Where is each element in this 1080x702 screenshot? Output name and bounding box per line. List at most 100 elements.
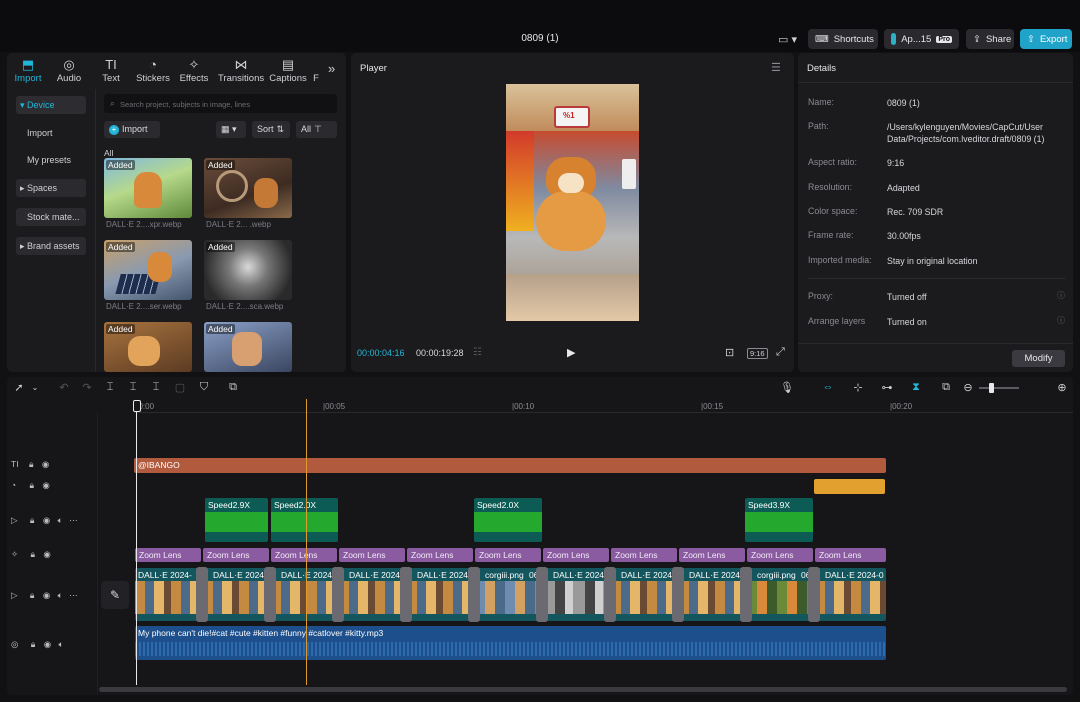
view-mode-button[interactable]: ▦ ▾ [216,121,246,138]
tab-captions[interactable]: ▤ Captions [267,55,309,87]
sort-button[interactable]: Sort ⇅ [252,121,290,138]
media-thumbnail[interactable]: Added [104,322,192,372]
transition-handle[interactable] [196,567,208,622]
sidebar-item-brand-assets[interactable]: ▸ Brand assets [16,237,86,255]
media-thumbnail[interactable]: Added [104,240,192,300]
play-icon[interactable]: ▶ [567,346,575,359]
lock-icon[interactable]: 🔒︎ [30,480,35,490]
zoom-lens-clip[interactable]: Zoom Lens [475,548,541,562]
text-clip[interactable]: @IBANGO [134,458,886,473]
transition-handle[interactable] [400,567,412,622]
more-icon[interactable]: ⋯ [69,515,78,525]
modify-button[interactable]: Modify [1012,350,1065,367]
speed-clip[interactable]: Speed2.0X [474,498,542,542]
lock-icon[interactable]: 🔒︎ [30,515,35,525]
more-icon[interactable]: ⋯ [69,590,78,600]
redo-icon[interactable]: ↷ [80,381,94,394]
eye-icon[interactable]: ◉ [44,639,51,649]
eye-icon[interactable]: ◉ [43,549,50,559]
video-clip[interactable]: DALL·E 2024 [679,568,745,621]
zoom-lens-clip[interactable]: Zoom Lens [407,548,473,562]
export-button[interactable]: ⇧ Export [1020,29,1072,49]
cover-edit-button[interactable]: ✎ [101,581,129,609]
info-icon[interactable]: ⓘ [1057,315,1065,326]
lock-icon[interactable]: 🔒︎ [30,590,35,600]
zoom-slider-handle[interactable] [989,383,994,393]
transition-handle[interactable] [740,567,752,622]
tab-effects[interactable]: ✧ Effects [173,55,215,87]
transition-handle[interactable] [672,567,684,622]
zoom-lens-clip[interactable]: Zoom Lens [747,548,813,562]
zoom-lens-clip[interactable]: Zoom Lens [271,548,337,562]
media-thumbnail[interactable]: Added [204,322,292,372]
transition-handle[interactable] [604,567,616,622]
more-tabs-icon[interactable]: » [328,61,335,76]
fit-icon[interactable]: ⊡ [725,346,734,359]
sidebar-item-device[interactable]: ▾ Device [16,96,86,114]
split-icon[interactable]: ⌶ [103,381,117,394]
transition-handle[interactable] [808,567,820,622]
video-clip[interactable]: DALL·E 2024 [203,568,269,621]
tab-text[interactable]: TI Text [90,55,132,87]
timeline-bars-icon[interactable]: ☷ [473,347,482,358]
video-clip[interactable]: corgiii.png 06 [475,568,541,621]
volume-icon[interactable]: 🔈︎ [58,590,63,600]
video-clip[interactable]: DALL·E 2024 [407,568,473,621]
delete-icon[interactable]: ▢ [173,381,187,394]
eye-icon[interactable]: ◉ [43,590,50,600]
volume-icon[interactable]: 🔈︎ [59,639,64,649]
split-left-icon[interactable]: ⌶ [126,381,140,394]
sidebar-item-my-presets[interactable]: My presets [16,151,86,169]
eye-icon[interactable]: ◉ [43,515,50,525]
zoom-lens-clip[interactable]: Zoom Lens [135,548,201,562]
split-right-icon[interactable]: ⌶ [149,381,163,394]
sidebar-item-stock-material[interactable]: Stock mate... [16,208,86,226]
video-clip[interactable]: DALL·E 2024 [339,568,405,621]
horizontal-scrollbar[interactable] [99,687,1067,692]
video-preview[interactable]: %1 [506,84,639,321]
account-button[interactable]: Ap...15 Pro [884,29,959,49]
video-clip[interactable]: corgiii.png 06 [747,568,813,621]
eye-icon[interactable]: ◉ [42,480,49,490]
zoom-lens-clip[interactable]: Zoom Lens [679,548,745,562]
screen-icon[interactable]: ⧉ [939,381,953,394]
marker-icon[interactable]: ⛉ [197,381,211,394]
transition-handle[interactable] [332,567,344,622]
shortcuts-button[interactable]: ⌨ Shortcuts [808,29,878,49]
link-icon[interactable]: ⊶ [880,381,894,394]
crop-icon[interactable]: ⧉ [226,381,240,394]
layout-icon[interactable]: ▭ ▾ [778,33,797,46]
preview-axis-icon[interactable]: ⧗ [909,381,923,394]
zoom-in-icon[interactable]: ⊕ [1055,381,1069,394]
zoom-out-icon[interactable]: ⊖ [961,381,975,394]
video-clip[interactable]: DALL·E 2024- [271,568,337,621]
lock-icon[interactable]: 🔒︎ [31,639,36,649]
lock-icon[interactable]: 🔒︎ [31,549,36,559]
auto-snap-icon[interactable]: ⊹ [851,381,865,394]
transition-handle[interactable] [468,567,480,622]
lock-icon[interactable]: 🔒︎ [29,459,34,469]
zoom-slider[interactable] [979,387,1019,389]
speed-clip[interactable]: Speed2.0X [271,498,338,542]
speed-clip[interactable]: Speed3.9X [745,498,813,542]
video-clip[interactable]: DALL·E 2024-0 [815,568,886,621]
ratio-button[interactable]: 9:16 [747,348,768,359]
tab-filters[interactable]: F [310,55,322,87]
zoom-lens-clip[interactable]: Zoom Lens [203,548,269,562]
volume-icon[interactable]: 🔈︎ [58,515,63,525]
sidebar-item-import[interactable]: Import [16,124,86,142]
zoom-lens-clip[interactable]: Zoom Lens [611,548,677,562]
chevron-down-icon[interactable]: ⌄ [28,383,42,392]
video-clip[interactable]: DALL·E 2024 [543,568,609,621]
media-thumbnail[interactable]: Added [104,158,192,218]
media-thumbnail[interactable]: Added [204,158,292,218]
fullscreen-icon[interactable]: ⤢ [776,346,785,359]
eye-icon[interactable]: ◉ [42,459,49,469]
speed-clip[interactable]: Speed2.9X [205,498,268,542]
playhead-handle[interactable] [133,400,141,412]
filter-button[interactable]: All ⊤ [296,121,337,138]
import-button[interactable]: + Import [104,121,160,138]
undo-icon[interactable]: ↶ [57,381,71,394]
microphone-icon[interactable]: 🎙 [780,381,794,394]
main-track-magnet-icon[interactable]: ⇔ [821,381,835,393]
